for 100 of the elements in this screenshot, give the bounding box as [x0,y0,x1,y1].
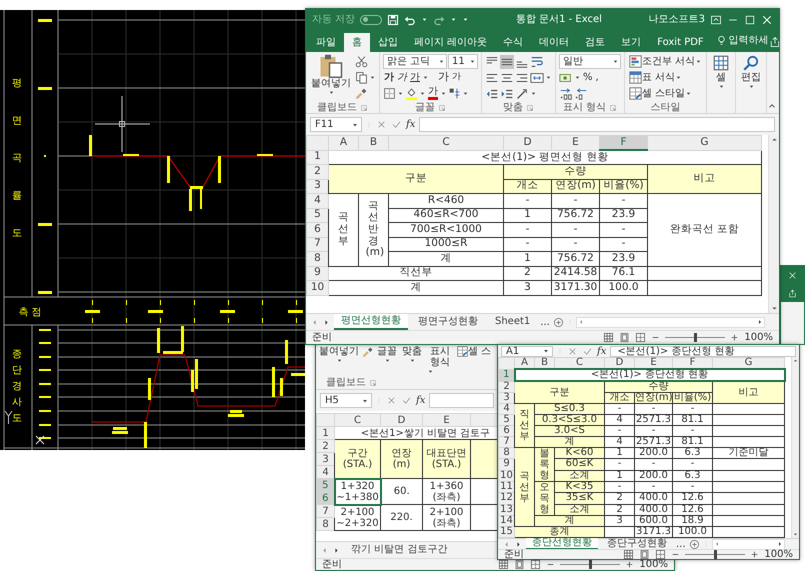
row-header[interactable]: 10 [498,470,514,482]
formula-field[interactable] [429,393,494,408]
row-header[interactable]: 5 [498,414,514,426]
row-header[interactable]: 8 [306,252,328,266]
column-header[interactable]: D [504,136,552,150]
row-header[interactable]: 5 [306,208,328,222]
row-header[interactable]: 1 [306,150,328,164]
caret-icon[interactable] [422,74,429,81]
borders-icon[interactable] [383,87,396,100]
sheet-tab[interactable]: 평면선형현황 [334,314,408,330]
insert-function-button[interactable]: fx [406,117,416,132]
row-header[interactable]: 2 [498,381,514,392]
ribbon-tab[interactable]: 데이터 [531,33,578,52]
column-header[interactable]: G [712,358,784,369]
page-layout-icon[interactable] [514,559,526,570]
ribbon-tab[interactable]: 검토 [577,33,614,52]
vertical-scrollbar[interactable] [791,357,799,538]
row-header[interactable]: 1 [498,369,514,381]
caret-icon[interactable] [685,90,692,97]
name-box[interactable]: F11 [310,117,362,132]
row-header[interactable]: 13 [498,504,514,516]
customize-icon[interactable] [462,16,470,23]
page-break-icon[interactable] [655,549,666,559]
user-name[interactable]: 나모소프트3 [648,12,705,27]
caret-icon[interactable] [408,357,416,364]
scroll-right-icon[interactable] [756,318,764,326]
enter-icon[interactable] [401,395,412,406]
close-icon[interactable] [761,14,773,26]
zoom-in-icon[interactable] [750,550,760,559]
ribbon-button[interactable]: 글꼴 [375,346,399,364]
cancel-icon[interactable] [386,395,397,406]
caret-icon[interactable] [328,89,334,96]
page-layout-icon[interactable] [619,332,630,343]
merge-cells-icon[interactable] [530,70,544,84]
row-header[interactable]: 12 [498,492,514,504]
caret-icon[interactable] [384,357,390,364]
cells-icon[interactable] [712,54,730,72]
editing-button[interactable]: 편집 [739,54,764,100]
zoom-slider-thumb[interactable] [589,560,592,569]
zoom-in-icon[interactable] [730,333,740,342]
zoom-level[interactable]: 100% [764,547,793,559]
caret-icon[interactable] [336,357,342,364]
cells-button[interactable]: 셀 [710,54,732,100]
caret-icon[interactable] [748,83,755,90]
row-header[interactable]: 4 [316,466,334,478]
format-painter-icon[interactable] [362,346,374,358]
sheet-tab[interactable]: 종단구성현황 [601,539,673,549]
row-header[interactable]: 8 [498,448,514,459]
row-header[interactable]: 7 [306,237,328,252]
fill-color-icon[interactable] [405,87,418,100]
conditional-format-button[interactable]: 조건부 서식 [628,55,704,68]
row-header[interactable]: 6 [498,426,514,436]
row-header[interactable]: 14 [498,516,514,526]
row-header[interactable]: 9 [498,458,514,470]
maximize-icon[interactable] [744,14,756,26]
row-header[interactable]: 3 [306,179,328,194]
page-break-icon[interactable] [635,332,646,343]
column-header[interactable]: E [552,136,600,150]
zoom-slider-thumb[interactable] [714,550,718,559]
insert-function-button[interactable]: fx [597,345,606,358]
search-icon[interactable] [742,54,760,72]
formula-field[interactable] [419,117,775,132]
caret-icon[interactable] [450,16,458,23]
insert-function-button[interactable]: fx [416,393,426,408]
ribbon-button[interactable]: 맞춤 [400,346,424,364]
column-header[interactable]: E [422,414,470,426]
zoom-in-icon[interactable] [625,560,634,569]
caret-icon[interactable] [462,90,469,97]
autosave-toggle[interactable] [360,14,382,24]
normal-view-icon[interactable] [603,332,614,343]
wrap-text-icon[interactable] [530,54,544,68]
conditional-format-icon[interactable] [629,55,642,68]
row-header[interactable]: 4 [306,194,328,208]
phonetic-guide-icon[interactable] [448,87,461,100]
horizontal-scrollbar[interactable] [576,316,765,328]
column-header[interactable]: B [358,136,388,150]
add-sheet-icon[interactable] [688,538,700,550]
caret-icon[interactable] [438,58,445,65]
ribbon-button[interactable]: 표시 형식 [425,346,455,375]
sheet-tab[interactable]: 평면구성현황 [411,315,485,329]
row-header[interactable]: 11 [498,482,514,493]
undo-icon[interactable] [404,14,416,26]
ribbon-tab[interactable]: 파일 [308,33,344,52]
ribbon-tab[interactable]: 페이지 레이아웃 [406,33,496,52]
tell-me-field[interactable]: 입력하세 [728,33,769,48]
column-header[interactable]: D [380,414,422,426]
caret-icon[interactable] [718,83,725,90]
column-header[interactable]: C [388,136,504,150]
save-icon[interactable] [387,14,400,26]
caret-icon[interactable] [612,58,619,65]
row-header[interactable]: 10 [306,280,328,295]
caret-icon[interactable] [419,90,426,97]
underline-button[interactable]: 가 [409,72,421,83]
caret-icon[interactable] [469,58,476,65]
caret-icon[interactable] [369,74,376,81]
sheet-tab[interactable]: 종단선형현황 [526,538,598,550]
vertical-scrollbar[interactable] [768,135,779,313]
column-header[interactable]: C [334,414,380,426]
shrink-button[interactable]: 가 [451,72,462,82]
row-header[interactable]: 2 [316,440,334,452]
